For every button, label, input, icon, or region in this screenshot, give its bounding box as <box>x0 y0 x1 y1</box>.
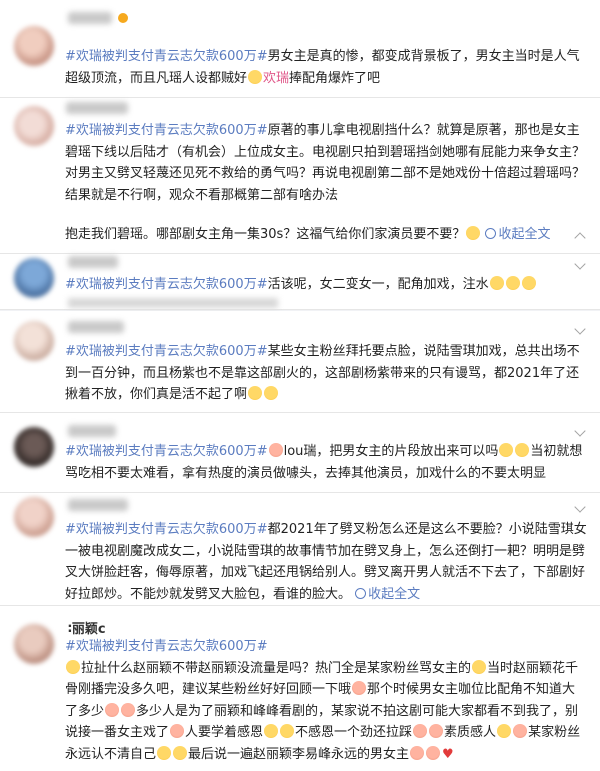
emoji-icon <box>264 724 279 738</box>
post-card: #欢瑞被判支付青云志欠款600万#都2021年了劈叉粉怎么还是这么不要脸？小说陆… <box>0 493 600 606</box>
emoji-icon <box>352 681 367 695</box>
emoji-icon <box>499 443 514 457</box>
emoji-icon <box>466 226 481 240</box>
hashtag-link[interactable]: #欢瑞被判支付青云志欠款600万# <box>65 444 268 459</box>
hashtag-link[interactable]: #欢瑞被判支付青云志欠款600万# <box>65 49 268 64</box>
post-card: ∶丽颖c #欢瑞被判支付青云志欠款600万# 拉扯什么赵丽颖不带赵丽颖没流量是吗… <box>0 606 600 771</box>
emoji-icon <box>426 745 441 760</box>
emoji-icon <box>170 724 185 738</box>
username[interactable] <box>68 425 116 437</box>
post-card: #欢瑞被判支付青云志欠款600万#原著的事儿拿电视剧挡什么？就算是原著，那也是女… <box>0 98 600 254</box>
post-card: #欢瑞被判支付青云志欠款600万# lou瑞，把男女主的片段放出来可以吗 当初就想骂… <box>0 413 600 493</box>
hashtag-link[interactable]: #欢瑞被判支付青云志欠款600万# <box>65 344 268 359</box>
emoji-icon <box>505 276 520 290</box>
post-card: #欢瑞被判支付青云志欠款600万#男女主是真的惨，都变成背景板了，男女主当时是人… <box>0 0 600 98</box>
emoji-icon <box>105 702 120 717</box>
emoji-icon <box>121 702 136 717</box>
post-text: #欢瑞被判支付青云志欠款600万#原著的事儿拿电视剧挡什么？就算是原著，那也是女… <box>65 123 586 203</box>
emoji-icon <box>248 69 263 84</box>
avatar[interactable] <box>14 497 54 537</box>
post-card: #欢瑞被判支付青云志欠款600万#活该呢，女二变女一，配角加戏，注水 <box>0 254 600 310</box>
avatar[interactable] <box>14 258 54 298</box>
post-text: #欢瑞被判支付青云志欠款600万# lou瑞，把男女主的片段放出来可以吗 当初就想骂… <box>65 443 583 481</box>
avatar[interactable] <box>14 26 54 66</box>
emoji-icon <box>472 659 487 674</box>
emoji-icon <box>264 386 279 400</box>
heart-icon: ♥ <box>442 746 454 762</box>
hashtag-link[interactable]: #欢瑞被判支付青云志欠款600万# <box>65 123 268 138</box>
collapse-link[interactable]: 收起全文 <box>355 587 420 602</box>
chevron-down-icon[interactable] <box>574 501 586 513</box>
dog-icon <box>268 443 283 457</box>
post-card: #欢瑞被判支付青云志欠款600万#某些女主粉丝拜托要点脸，说陆雪琪加戏，总共出场… <box>0 311 600 413</box>
emoji-icon <box>410 745 425 760</box>
post-text: #欢瑞被判支付青云志欠款600万#某些女主粉丝拜托要点脸，说陆雪琪加戏，总共出场… <box>65 344 580 402</box>
emoji-icon <box>429 724 444 738</box>
hashtag-link[interactable]: #欢瑞被判支付青云志欠款600万# <box>65 639 268 654</box>
collapse-link[interactable]: 收起全文 <box>485 227 550 242</box>
username[interactable] <box>68 499 128 511</box>
blurred-meta <box>68 298 278 308</box>
username[interactable] <box>68 321 124 333</box>
avatar[interactable] <box>14 624 54 664</box>
avatar[interactable] <box>14 321 54 361</box>
emoji-icon <box>521 276 536 290</box>
search-icon <box>485 228 497 239</box>
username[interactable] <box>66 102 128 114</box>
post-text: #欢瑞被判支付青云志欠款600万#活该呢，女二变女一，配角加戏，注水 <box>65 274 588 296</box>
emoji-icon <box>497 724 512 738</box>
emoji-icon <box>515 443 530 457</box>
search-icon <box>355 587 367 599</box>
mention-link[interactable]: 欢瑞 <box>263 71 289 86</box>
emoji-icon <box>489 276 504 290</box>
username[interactable] <box>68 12 112 24</box>
chevron-down-icon[interactable] <box>574 323 586 335</box>
chevron-down-icon[interactable] <box>574 425 586 437</box>
emoji-icon <box>66 659 80 674</box>
emoji-icon <box>280 724 295 738</box>
post-text: #欢瑞被判支付青云志欠款600万#都2021年了劈叉粉怎么还是这么不要脸？小说陆… <box>65 522 587 602</box>
username[interactable]: ∶丽颖c <box>68 618 106 637</box>
emoji-icon <box>413 724 428 738</box>
emoji-icon <box>513 724 528 738</box>
hashtag-link[interactable]: #欢瑞被判支付青云志欠款600万# <box>65 277 268 292</box>
verified-badge-icon <box>118 13 128 23</box>
post-text: #欢瑞被判支付青云志欠款600万#男女主是真的惨，都变成背景板了，男女主当时是人… <box>65 49 580 86</box>
avatar[interactable] <box>14 106 54 146</box>
post-text: #欢瑞被判支付青云志欠款600万# 拉扯什么赵丽颖不带赵丽颖没流量是吗？热门全是… <box>65 636 588 765</box>
post-text-extra: 抱走我们碧瑶。哪部剧女主角一集30s？这福气给你们家演员要不要？ 收起全文 <box>65 226 551 242</box>
chevron-down-icon[interactable] <box>574 258 586 270</box>
emoji-icon <box>157 745 172 760</box>
avatar[interactable] <box>14 427 54 467</box>
emoji-icon <box>173 745 188 760</box>
username[interactable] <box>68 256 118 268</box>
hashtag-link[interactable]: #欢瑞被判支付青云志欠款600万# <box>65 522 268 537</box>
emoji-icon <box>248 386 263 400</box>
